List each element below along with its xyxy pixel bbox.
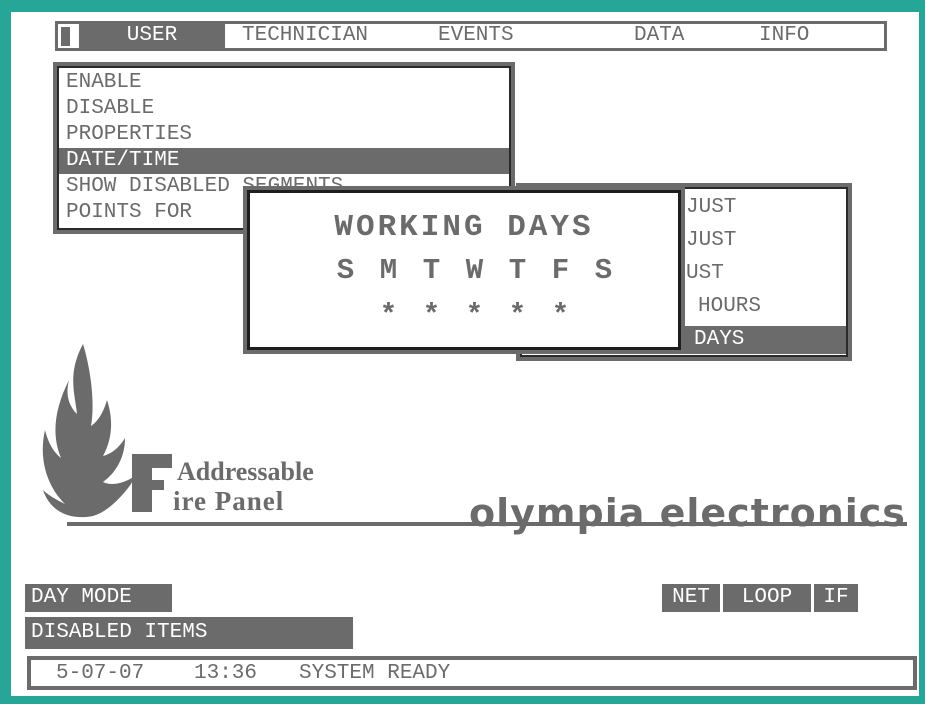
weekday-saturday[interactable]: S <box>582 254 625 287</box>
lcd-screen: USER TECHNICIAN EVENTS DATA INFO ENABLE … <box>11 12 919 696</box>
menu-events[interactable]: EVENTS <box>438 24 514 48</box>
submenu-item-adjust-3[interactable]: UST <box>686 260 724 288</box>
brand-name: olympia electronics <box>469 491 906 535</box>
weekday-wednesday[interactable]: W <box>453 254 496 287</box>
weekday-thursday[interactable]: T <box>496 254 539 287</box>
logo-fire-panel: ire Panel <box>173 486 284 516</box>
addressable-fire-panel-logo: F Addressable ire Panel olympia electron… <box>37 334 907 535</box>
weekday-sunday[interactable]: S <box>324 254 367 287</box>
if-indicator: IF <box>814 584 858 612</box>
menu-user[interactable]: USER <box>79 24 225 48</box>
main-menu-bar: USER TECHNICIAN EVENTS DATA INFO <box>55 21 887 51</box>
menu-info[interactable]: INFO <box>759 24 809 48</box>
menu-item-properties[interactable]: PROPERTIES <box>66 122 192 148</box>
mark-tuesday: * <box>422 299 441 332</box>
weekday-monday[interactable]: M <box>367 254 410 287</box>
mark-thursday: * <box>508 299 527 332</box>
dialog-title: WORKING DAYS <box>334 210 594 245</box>
menu-cursor <box>61 27 70 46</box>
weekday-tuesday[interactable]: T <box>410 254 453 287</box>
weekday-friday[interactable]: F <box>539 254 582 287</box>
mark-wednesday: * <box>465 299 484 332</box>
letter-f-logo <box>132 454 172 512</box>
submenu-item-hours[interactable]: HOURS <box>698 293 761 321</box>
working-days-dialog: WORKING DAYS S M T W T F S * * * * * <box>243 186 685 354</box>
menu-item-points-for[interactable]: POINTS FOR <box>66 200 192 226</box>
menu-technician[interactable]: TECHNICIAN <box>242 24 368 48</box>
logo-big-f: F <box>37 334 38 335</box>
net-indicator: NET <box>662 584 720 612</box>
submenu-item-adjust-2[interactable]: JUST <box>686 227 736 255</box>
menu-item-enable[interactable]: ENABLE <box>66 70 142 96</box>
mark-friday: * <box>551 299 570 332</box>
working-day-marks: * * * * * <box>324 299 625 332</box>
status-message: SYSTEM READY <box>299 662 451 685</box>
flame-icon <box>42 344 135 518</box>
status-date: 5-07-07 <box>56 662 145 685</box>
day-mode-indicator: DAY MODE <box>25 584 172 612</box>
loop-indicator: LOOP <box>723 584 811 612</box>
submenu-item-adjust-1[interactable]: JUST <box>686 194 736 222</box>
weekday-row: S M T W T F S <box>324 254 625 287</box>
mark-saturday <box>582 299 625 332</box>
menu-item-date-time[interactable]: DATE/TIME <box>59 148 509 174</box>
mark-sunday <box>324 299 367 332</box>
menu-item-disable[interactable]: DISABLE <box>66 96 154 122</box>
status-bar: 5-07-07 13:36 SYSTEM READY <box>27 656 917 690</box>
menu-data[interactable]: DATA <box>634 24 684 48</box>
disabled-items-indicator: DISABLED ITEMS <box>25 617 353 649</box>
mark-monday: * <box>379 299 398 332</box>
status-time: 13:36 <box>194 662 258 685</box>
logo-addressable: Addressable <box>177 457 314 486</box>
